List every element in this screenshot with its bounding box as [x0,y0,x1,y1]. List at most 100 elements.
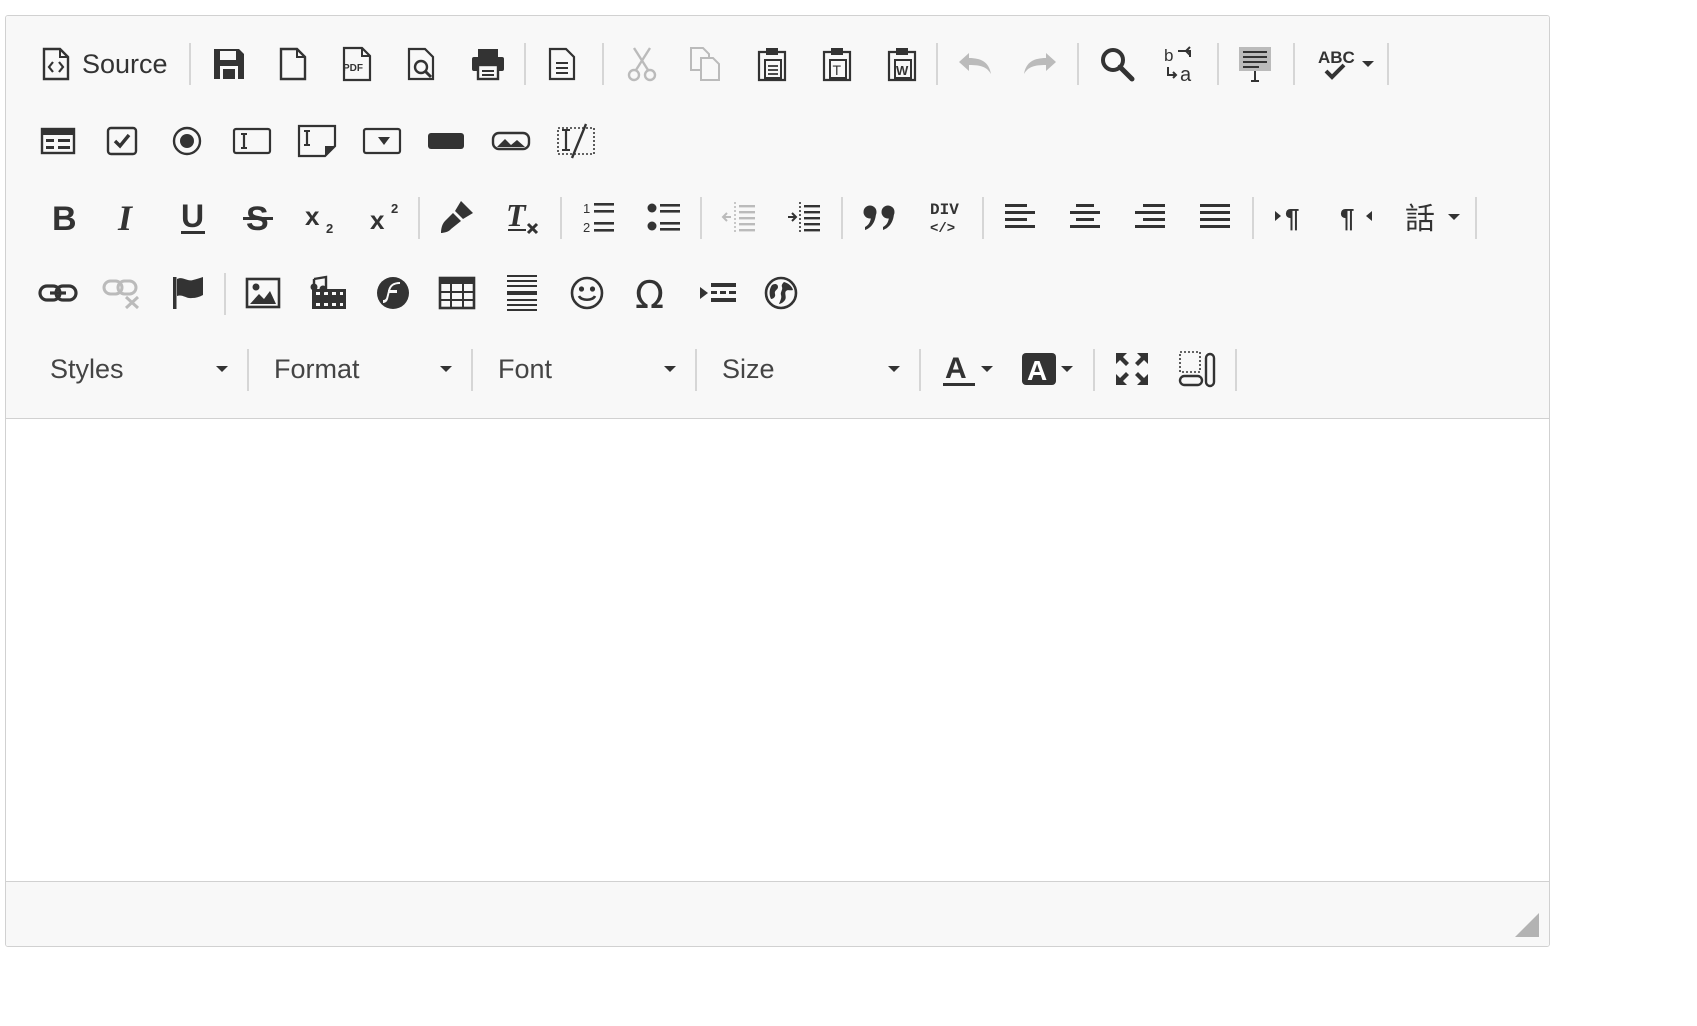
checkbox-button[interactable] [98,117,146,165]
copy-button[interactable] [682,40,730,88]
language-button[interactable]: 話 [1396,193,1468,241]
align-right-button[interactable] [1126,193,1174,241]
smiley-button[interactable] [563,269,611,317]
align-center-button[interactable] [1061,193,1109,241]
chevron-down-icon [440,366,452,372]
svg-text:Ω: Ω [635,275,664,311]
new-page-button[interactable] [269,40,317,88]
styles-dropdown[interactable]: Styles [50,345,230,393]
toolbar-separator [224,273,226,315]
underline-button[interactable]: U [169,193,217,241]
source-button[interactable]: Source [36,40,174,88]
text-color-button[interactable]: A [934,345,1000,393]
textarea-button[interactable] [293,117,341,165]
underline-icon: U [178,198,208,236]
background-color-icon: A [1021,351,1057,387]
preview-button[interactable] [398,40,446,88]
bulleted-list-button[interactable] [640,193,688,241]
svg-text:話: 話 [1405,202,1435,235]
remove-format-button[interactable]: T [498,193,546,241]
button-field-button[interactable] [422,117,470,165]
editor-content-area[interactable] [6,419,1549,881]
horizontal-rule-button[interactable] [498,269,546,317]
table-button[interactable] [433,269,481,317]
background-color-button[interactable]: A [1014,345,1080,393]
spellcheck-button[interactable]: ABC [1309,40,1381,88]
editor-status-bar [6,881,1549,946]
toolbar-separator [471,349,473,391]
font-dropdown[interactable]: Font [498,345,678,393]
paste-word-button[interactable]: W [878,40,926,88]
radio-button[interactable] [163,117,211,165]
image-button-button[interactable] [487,117,535,165]
show-blocks-button[interactable] [1173,345,1221,393]
unlink-button[interactable] [98,269,146,317]
bold-button[interactable]: B [40,193,88,241]
select-all-button[interactable] [1231,40,1279,88]
svg-text:x: x [370,205,385,235]
select-icon [362,127,402,155]
size-dropdown[interactable]: Size [722,345,902,393]
globe-icon [763,275,799,311]
iframe-button[interactable] [757,269,805,317]
table-icon [438,276,476,310]
superscript-button[interactable]: x 2 [363,193,411,241]
outdent-button[interactable] [715,193,763,241]
select-field-button[interactable] [358,117,406,165]
undo-button[interactable] [951,40,999,88]
media-button[interactable] [304,269,352,317]
svg-text:</>: </> [930,221,955,236]
page-break-button[interactable] [694,269,742,317]
redo-button[interactable] [1016,40,1064,88]
paste-word-icon: W [885,46,919,82]
undo-icon [957,50,993,78]
paste-text-button[interactable]: T [813,40,861,88]
justify-button[interactable] [1191,193,1239,241]
link-button[interactable] [34,269,82,317]
copy-format-button[interactable] [433,193,481,241]
paintbrush-icon [439,199,475,235]
svg-text:A: A [945,352,967,385]
italic-button[interactable]: I [104,193,152,241]
source-label: Source [82,48,168,79]
new-page-icon [279,47,307,81]
export-pdf-button[interactable]: PDF [333,40,381,88]
svg-text:T: T [506,198,527,233]
format-dropdown[interactable]: Format [274,345,454,393]
print-button[interactable] [464,40,512,88]
anchor-button[interactable] [164,269,212,317]
text-direction-rtl-button[interactable]: ¶ [1332,193,1380,241]
blockquote-button[interactable] [856,193,904,241]
templates-button[interactable] [538,40,586,88]
flash-button[interactable] [369,269,417,317]
find-button[interactable] [1093,40,1141,88]
ltr-icon: ¶ [1273,201,1309,233]
div-container-button[interactable]: DIV </> [922,193,970,241]
superscript-icon: x 2 [369,199,405,235]
replace-icon: b a [1162,45,1200,83]
indent-button[interactable] [780,193,828,241]
svg-text:W: W [896,63,909,78]
toolbar-separator [1217,43,1219,85]
numbered-list-button[interactable]: 1 2 [575,193,623,241]
flash-icon [375,275,411,311]
image-insert-button[interactable] [239,269,287,317]
align-left-button[interactable] [996,193,1044,241]
text-direction-ltr-button[interactable]: ¶ [1267,193,1315,241]
save-button[interactable] [205,40,253,88]
svg-text:DIV: DIV [930,201,959,219]
resize-handle-icon[interactable] [1515,913,1539,937]
svg-text:¶: ¶ [1340,203,1354,233]
subscript-button[interactable]: x 2 [298,193,346,241]
form-button[interactable] [34,117,82,165]
toolbar-separator [602,43,604,85]
cut-button[interactable] [618,40,666,88]
paste-button[interactable] [748,40,796,88]
maximize-button[interactable] [1108,345,1156,393]
strike-button[interactable]: S [234,193,282,241]
special-char-button[interactable]: Ω [628,269,676,317]
replace-button[interactable]: b a [1157,40,1205,88]
hidden-field-button[interactable] [552,117,600,165]
align-left-icon [1003,202,1037,232]
text-field-button[interactable] [228,117,276,165]
